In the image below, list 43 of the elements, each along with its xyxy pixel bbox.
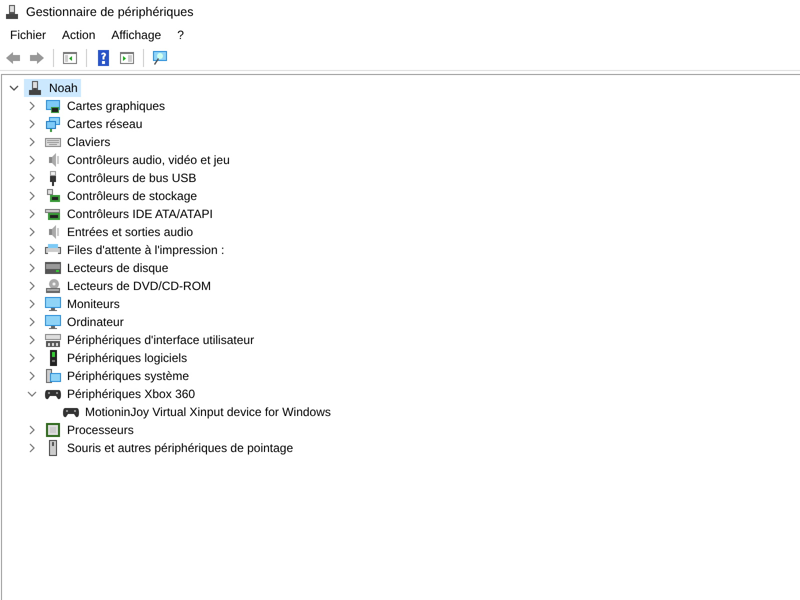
processor-icon: [45, 422, 61, 438]
tree-item[interactable]: Périphériques Xbox 360: [42, 385, 198, 403]
tree-item[interactable]: Files d'attente à l'impression :: [42, 241, 228, 259]
tree-item[interactable]: Cartes graphiques: [42, 97, 168, 115]
tree-item[interactable]: Périphériques système: [42, 367, 192, 385]
device-manager-icon: [4, 4, 20, 20]
tree-item[interactable]: Processeurs: [42, 421, 137, 439]
tree-item[interactable]: Périphériques logiciels: [42, 349, 190, 367]
tree-item[interactable]: Souris et autres périphériques de pointage: [42, 439, 296, 457]
menu-item[interactable]: Affichage: [103, 26, 170, 44]
storage-controller-icon: [45, 188, 61, 204]
scan-monitor-icon[interactable]: [152, 50, 168, 66]
tree-item[interactable]: Entrées et sorties audio: [42, 223, 196, 241]
tree-item[interactable]: MotioninJoy Virtual Xinput device for Windows: [60, 403, 334, 421]
help-icon[interactable]: [95, 50, 111, 66]
tree-item[interactable]: Périphériques d'interface utilisateur: [42, 331, 258, 349]
display-card-icon: [45, 98, 61, 114]
properties-icon[interactable]: [62, 50, 78, 66]
tree-item[interactable]: Contrôleurs audio, vidéo et jeu: [42, 151, 233, 169]
tree-item[interactable]: Moniteurs: [42, 295, 123, 313]
tree-item[interactable]: Cartes réseau: [42, 115, 146, 133]
tree-item[interactable]: Contrôleurs IDE ATA/ATAPI: [42, 205, 216, 223]
disc-drive-icon: [45, 278, 61, 294]
menu-item[interactable]: Fichier: [2, 26, 54, 44]
input-device-icon: [45, 332, 61, 348]
monitor-icon: [45, 314, 61, 330]
menu-item[interactable]: ?: [169, 26, 192, 44]
computer-icon: [27, 80, 43, 96]
tree-item[interactable]: Noah: [24, 79, 81, 97]
disk-drive-icon: [45, 260, 61, 276]
tree-item[interactable]: Contrôleurs de stockage: [42, 187, 200, 205]
tree-item[interactable]: Claviers: [42, 133, 114, 151]
update-driver-icon[interactable]: [119, 50, 135, 66]
monitor-icon: [45, 296, 61, 312]
tree-item[interactable]: Contrôleurs de bus USB: [42, 169, 200, 187]
window-title: Gestionnaire de périphériques: [26, 5, 194, 19]
system-device-icon: [45, 368, 61, 384]
tree-item[interactable]: Lecteurs de DVD/CD-ROM: [42, 277, 214, 295]
network-icon: [45, 116, 61, 132]
tree-item[interactable]: Lecteurs de disque: [42, 259, 172, 277]
tree-item[interactable]: Ordinateur: [42, 313, 127, 331]
menu-item[interactable]: Action: [54, 26, 104, 44]
controller-card-icon: [45, 206, 61, 222]
